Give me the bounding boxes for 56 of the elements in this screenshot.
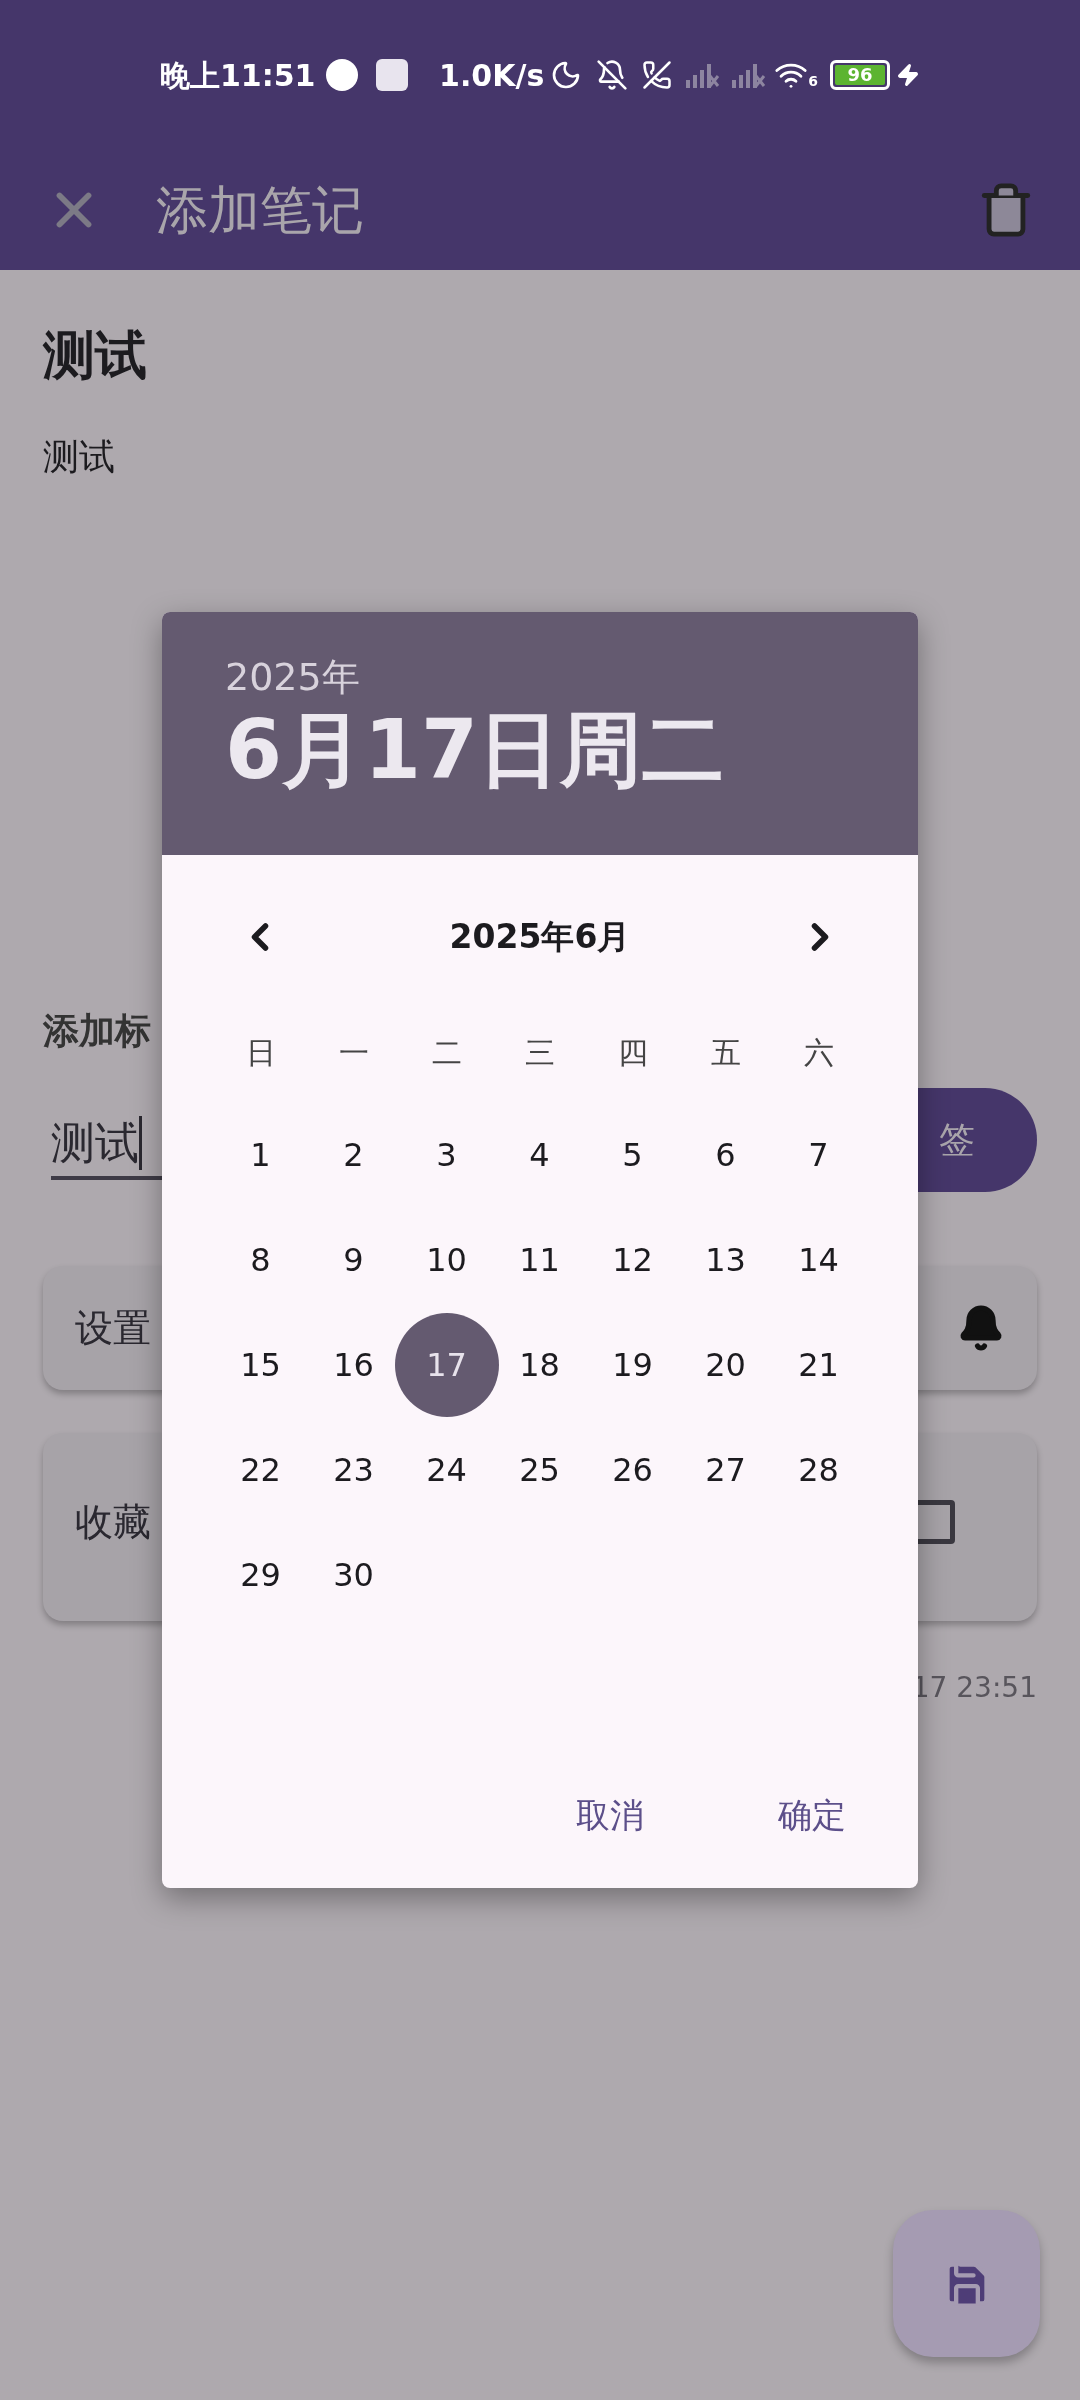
- day-cell[interactable]: 4: [504, 1119, 575, 1190]
- weekday-label: 日: [245, 1033, 276, 1072]
- day-cell[interactable]: 22: [225, 1434, 296, 1505]
- app-status-icon: [325, 59, 358, 91]
- month-label: 2025年6月: [449, 916, 631, 959]
- day-cell[interactable]: 3: [411, 1119, 482, 1190]
- bell-off-icon: [596, 59, 629, 91]
- day-cell[interactable]: 28: [783, 1434, 854, 1505]
- bell-icon[interactable]: [957, 1304, 1005, 1352]
- app-status-icon: [375, 59, 408, 91]
- charging-icon: [896, 63, 920, 87]
- day-cell[interactable]: 14: [783, 1224, 854, 1295]
- favorite-label: 收藏: [75, 1498, 151, 1546]
- network-speed: 1.0K/s: [439, 56, 545, 95]
- day-cell[interactable]: 6: [690, 1119, 761, 1190]
- save-button[interactable]: [893, 2210, 1040, 2357]
- day-cell[interactable]: 10: [411, 1224, 482, 1295]
- day-cell[interactable]: 12: [597, 1224, 668, 1295]
- status-time: 晚上11:51: [160, 56, 316, 95]
- header-date[interactable]: 6月17日周二: [225, 700, 918, 800]
- day-cell[interactable]: 30: [318, 1539, 389, 1610]
- day-cell[interactable]: 11: [504, 1224, 575, 1295]
- day-cell[interactable]: 9: [318, 1224, 389, 1295]
- weekday-label: 二: [431, 1033, 462, 1072]
- dialog-button[interactable]: 取消: [564, 1780, 656, 1850]
- day-cell[interactable]: 24: [411, 1434, 482, 1505]
- weekday-label: 五: [710, 1033, 741, 1072]
- screen-title: 添加笔记: [156, 179, 364, 242]
- day-cell[interactable]: 8: [225, 1224, 296, 1295]
- weekday-label: 三: [524, 1033, 555, 1072]
- day-cell[interactable]: 27: [690, 1434, 761, 1505]
- weekday-label: 一: [338, 1033, 369, 1072]
- day-cell[interactable]: 15: [225, 1329, 296, 1400]
- day-cell[interactable]: 2: [318, 1119, 389, 1190]
- section-heading: 添加标: [43, 1009, 151, 1053]
- day-cell[interactable]: 7: [783, 1119, 854, 1190]
- weekday-label: 四: [617, 1033, 648, 1072]
- day-cell[interactable]: 13: [690, 1224, 761, 1295]
- note-body: 测试: [43, 435, 116, 479]
- day-cell[interactable]: 23: [318, 1434, 389, 1505]
- day-cell[interactable]: 25: [504, 1434, 575, 1505]
- weekday-label: 六: [803, 1033, 834, 1072]
- day-cell[interactable]: 18: [504, 1329, 575, 1400]
- day-cell[interactable]: 19: [597, 1329, 668, 1400]
- day-cell[interactable]: 5: [597, 1119, 668, 1190]
- note-title: 测试: [43, 324, 148, 387]
- battery-icon: 96: [830, 60, 890, 90]
- header-year[interactable]: 2025年: [225, 654, 918, 700]
- day-cell[interactable]: 29: [225, 1539, 296, 1610]
- day-cell[interactable]: 17: [394, 1312, 499, 1417]
- day-cell[interactable]: 16: [318, 1329, 389, 1400]
- phone-off-icon: [642, 60, 673, 90]
- dialog-button[interactable]: 确定: [766, 1780, 858, 1850]
- day-cell[interactable]: 26: [597, 1434, 668, 1505]
- day-cell[interactable]: 20: [690, 1329, 761, 1400]
- day-cell[interactable]: 21: [783, 1329, 854, 1400]
